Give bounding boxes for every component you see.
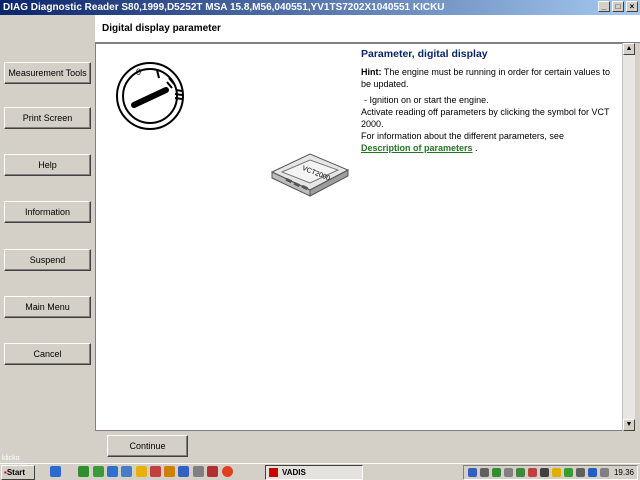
quicklaunch-icon[interactable] xyxy=(207,466,218,477)
quicklaunch-icon[interactable] xyxy=(107,466,118,477)
hint-label: Hint: xyxy=(361,67,382,77)
tray-icon[interactable] xyxy=(588,468,597,477)
measurement-tools-button[interactable]: Measurement Tools xyxy=(4,62,91,84)
print-screen-button[interactable]: Print Screen xyxy=(4,107,91,129)
tray-icon[interactable] xyxy=(552,468,561,477)
quicklaunch-icon[interactable] xyxy=(121,466,132,477)
quicklaunch-icon[interactable] xyxy=(193,466,204,477)
tray-icon[interactable] xyxy=(504,468,513,477)
system-tray: 19.36 xyxy=(463,465,638,480)
tray-icon[interactable] xyxy=(576,468,585,477)
quicklaunch-icon[interactable] xyxy=(78,466,89,477)
vadis-icon xyxy=(269,468,278,477)
description-of-parameters-link[interactable]: Description of parameters xyxy=(361,143,473,153)
ignition-switch-icon: 0 xyxy=(116,62,184,130)
browser-icon[interactable] xyxy=(222,466,233,477)
quicklaunch-icon[interactable] xyxy=(164,466,175,477)
title-bar: DIAG Diagnostic Reader S80,1999,D5252T M… xyxy=(0,0,640,15)
vertical-scrollbar[interactable]: ▲ ▼ xyxy=(622,43,635,431)
main-menu-button[interactable]: Main Menu xyxy=(4,296,91,318)
start-button[interactable]: ▪Start xyxy=(1,465,35,480)
link-suffix: . xyxy=(472,143,478,153)
quicklaunch-icon[interactable] xyxy=(136,466,147,477)
tray-icon[interactable] xyxy=(468,468,477,477)
page-title: Digital display parameter xyxy=(95,15,640,43)
window-title: DIAG Diagnostic Reader S80,1999,D5252T M… xyxy=(3,2,445,13)
quicklaunch-icon[interactable] xyxy=(93,466,104,477)
task-label: VADIS xyxy=(282,468,306,477)
tray-icon[interactable] xyxy=(480,468,489,477)
scroll-down-icon[interactable]: ▼ xyxy=(623,419,635,431)
speaker-icon[interactable] xyxy=(600,468,609,477)
instruction-bullet: - Ignition on or start the engine. xyxy=(364,95,489,105)
content-panel: 0 VCT2000 Parameter, digital display Hin… xyxy=(95,43,635,431)
desktop-icon[interactable] xyxy=(50,466,61,477)
vct2000-device-icon[interactable]: VCT2000 xyxy=(268,150,352,198)
taskbar: ▪Start VADIS 19.36 xyxy=(0,463,640,480)
sidebar: Measurement Tools Print Screen Help Info… xyxy=(0,15,95,460)
quicklaunch-icon[interactable] xyxy=(178,466,189,477)
info-title: Parameter, digital display xyxy=(361,48,488,60)
hint-text: The engine must be running in order for … xyxy=(361,67,610,89)
continue-button[interactable]: Continue xyxy=(107,435,188,457)
suspend-button[interactable]: Suspend xyxy=(4,249,91,271)
quicklaunch-icon[interactable] xyxy=(150,466,161,477)
tray-icon[interactable] xyxy=(492,468,501,477)
instruction-line-2: For information about the different para… xyxy=(361,131,564,141)
close-button[interactable]: × xyxy=(626,1,638,12)
scroll-up-icon[interactable]: ▲ xyxy=(623,43,635,55)
maximize-button[interactable]: □ xyxy=(612,1,624,12)
tray-icon[interactable] xyxy=(540,468,549,477)
task-vadis[interactable]: VADIS xyxy=(265,465,363,480)
tray-icon[interactable] xyxy=(564,468,573,477)
start-label: Start xyxy=(6,468,26,477)
tray-icon[interactable] xyxy=(528,468,537,477)
desktop-label: klicko xyxy=(2,455,20,462)
clock: 19.36 xyxy=(613,468,634,477)
info-panel: Parameter, digital display Hint: The eng… xyxy=(361,48,619,158)
minimize-button[interactable]: _ xyxy=(598,1,610,12)
hint: Hint: The engine must be running in orde… xyxy=(361,66,619,90)
tray-icon[interactable] xyxy=(516,468,525,477)
cancel-button[interactable]: Cancel xyxy=(4,343,91,365)
information-button[interactable]: Information xyxy=(4,201,91,223)
svg-text:0: 0 xyxy=(136,67,141,77)
instruction-line-1: Activate reading off parameters by click… xyxy=(361,107,610,129)
help-button[interactable]: Help xyxy=(4,154,91,176)
